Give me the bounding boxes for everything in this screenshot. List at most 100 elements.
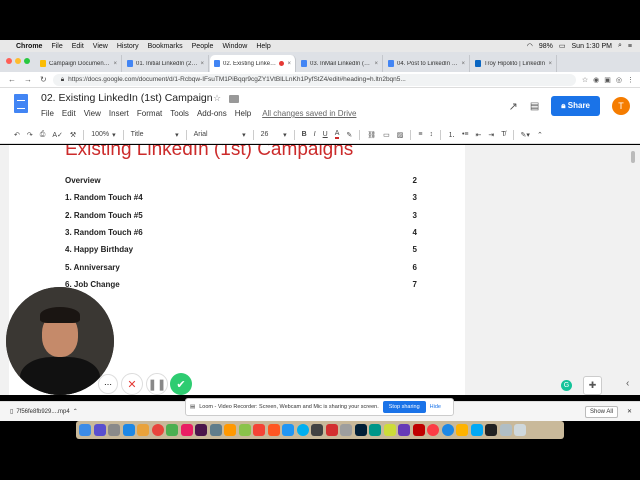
safari-icon[interactable] (122, 424, 135, 436)
app-icon[interactable] (369, 424, 381, 436)
decrease-indent-icon[interactable]: ⇤ (476, 131, 482, 139)
hide-button[interactable]: Hide (430, 404, 441, 410)
close-icon[interactable]: ✕ (627, 408, 632, 415)
docs-menu-tools[interactable]: Tools (170, 109, 189, 118)
slack-icon[interactable] (195, 424, 207, 436)
list-icon[interactable]: ≡ (628, 43, 632, 50)
undo-icon[interactable]: ↶ (14, 131, 20, 139)
highlight-icon[interactable]: ✎ (346, 131, 352, 139)
loom-more-button[interactable]: ⋯ (98, 374, 118, 394)
close-icon[interactable]: × (548, 61, 552, 67)
finder-icon[interactable] (79, 424, 91, 436)
clock[interactable]: Sun 1:30 PM (572, 43, 612, 50)
save-status[interactable]: All changes saved in Drive (262, 109, 356, 118)
close-icon[interactable]: × (374, 61, 378, 67)
bookmark-star-icon[interactable]: ☆ (582, 76, 588, 84)
app-icon[interactable] (253, 424, 265, 436)
docs-menu-addons[interactable]: Add-ons (197, 109, 227, 118)
menu-bookmarks[interactable]: Bookmarks (148, 43, 183, 50)
explore-button[interactable]: ✚ (583, 376, 602, 395)
app-icon[interactable] (456, 424, 468, 436)
menu-people[interactable]: People (192, 43, 214, 50)
close-icon[interactable]: × (287, 61, 291, 67)
side-panel-chevron-icon[interactable]: ‹ (626, 378, 629, 389)
toc-row[interactable]: 4. Happy Birthday 5 (65, 241, 417, 258)
terminal-icon[interactable] (485, 424, 497, 436)
menu-file[interactable]: File (51, 43, 62, 50)
comments-icon[interactable]: ▤ (530, 101, 539, 112)
loom-finish-button[interactable]: ✔ (170, 373, 192, 395)
menu-history[interactable]: History (117, 43, 139, 50)
skype-icon[interactable] (296, 424, 309, 436)
docs-menu-help[interactable]: Help (235, 109, 251, 118)
toc-row[interactable]: 5. Anniversary 6 (65, 258, 417, 275)
show-all-button[interactable]: Show All (584, 405, 618, 418)
photoshop-icon[interactable] (354, 424, 367, 436)
bulleted-list-icon[interactable]: •≡ (462, 131, 469, 138)
link-icon[interactable]: ⛓ (367, 131, 376, 139)
underline-icon[interactable]: U (323, 131, 328, 138)
download-item[interactable]: ▯ 7f56fe8fb929....mp4 ⌃ (10, 408, 78, 416)
forward-icon[interactable]: → (24, 75, 32, 84)
app-icon[interactable] (238, 424, 251, 436)
bold-icon[interactable]: B (302, 131, 307, 138)
spellcheck-icon[interactable]: A✓ (52, 131, 63, 139)
app-store-icon[interactable] (441, 424, 454, 436)
increase-indent-icon[interactable]: ⇥ (488, 131, 494, 139)
tab-existing-linkedin[interactable]: 02. Existing LinkedIn × (210, 55, 296, 72)
comment-add-icon[interactable]: ▭ (383, 131, 390, 139)
close-window-icon[interactable] (6, 58, 12, 64)
app-icon[interactable] (267, 424, 280, 436)
siri-icon[interactable] (93, 424, 106, 436)
collapse-toolbar-icon[interactable]: ⌃ (537, 131, 543, 139)
clear-formatting-icon[interactable]: T̸ (501, 131, 505, 138)
back-icon[interactable]: ← (8, 75, 16, 84)
numbered-list-icon[interactable]: ⒈ (448, 130, 455, 140)
share-button[interactable]: 🔒︎ Share (551, 96, 600, 116)
style-select[interactable]: Title ▾ (131, 131, 179, 139)
extension-icon[interactable]: ▣ (604, 76, 611, 84)
grammarly-icon[interactable]: G (561, 380, 572, 391)
menu-edit[interactable]: Edit (72, 43, 84, 50)
docs-menu-edit[interactable]: Edit (62, 109, 76, 118)
app-icon[interactable] (325, 424, 338, 436)
zoom-select[interactable]: 100% ▾ (91, 131, 115, 139)
menu-help[interactable]: Help (256, 43, 270, 50)
app-icon[interactable] (209, 424, 222, 436)
toc-row[interactable]: Overview 2 (65, 172, 417, 189)
zoom-window-icon[interactable] (24, 58, 30, 64)
app-icon[interactable] (470, 424, 483, 436)
document-heading[interactable]: Existing LinkedIn (1st) Campaigns (65, 145, 353, 161)
extension-icon[interactable]: ◎ (616, 76, 622, 84)
text-color-icon[interactable]: A (334, 130, 340, 139)
redo-icon[interactable]: ↷ (27, 131, 33, 139)
line-spacing-icon[interactable]: ↕ (429, 131, 433, 138)
toc-row[interactable]: 2. Random Touch #5 3 (65, 207, 417, 224)
scrollbar[interactable] (631, 151, 635, 163)
close-icon[interactable]: × (461, 61, 465, 67)
chrome-icon[interactable] (151, 424, 164, 436)
folder-icon[interactable] (229, 95, 239, 103)
app-icon[interactable] (340, 424, 352, 436)
more-icon[interactable]: ⋮ (627, 76, 634, 84)
toc-row[interactable]: 6. Job Change 7 (65, 276, 417, 293)
docs-menu-format[interactable]: Format (137, 109, 162, 118)
document-title[interactable]: 02. Existing LinkedIn (1st) Campaign (41, 92, 213, 104)
editing-mode-icon[interactable]: ✎▾ (521, 131, 530, 139)
italic-icon[interactable]: I (314, 131, 316, 138)
battery-percent[interactable]: 98% (539, 43, 553, 50)
font-select[interactable]: Arial ▾ (194, 131, 246, 139)
app-icon[interactable] (180, 424, 193, 436)
filezilla-icon[interactable] (412, 424, 425, 436)
menu-view[interactable]: View (93, 43, 108, 50)
tab-inmail-linkedin[interactable]: 03. InMail LinkedIn (3rd) × (297, 55, 383, 72)
docs-menu-insert[interactable]: Insert (109, 109, 129, 118)
google-docs-logo-icon[interactable] (14, 94, 28, 113)
webcam-bubble[interactable] (6, 287, 114, 395)
chevron-up-icon[interactable]: ⌃ (73, 408, 78, 415)
app-icon[interactable] (166, 424, 178, 436)
menu-window[interactable]: Window (222, 43, 247, 50)
tab-campaign-documents[interactable]: Campaign Documents - G × (36, 55, 122, 72)
docs-menu-file[interactable]: File (41, 109, 54, 118)
paint-format-icon[interactable]: ⚒ (70, 131, 76, 139)
